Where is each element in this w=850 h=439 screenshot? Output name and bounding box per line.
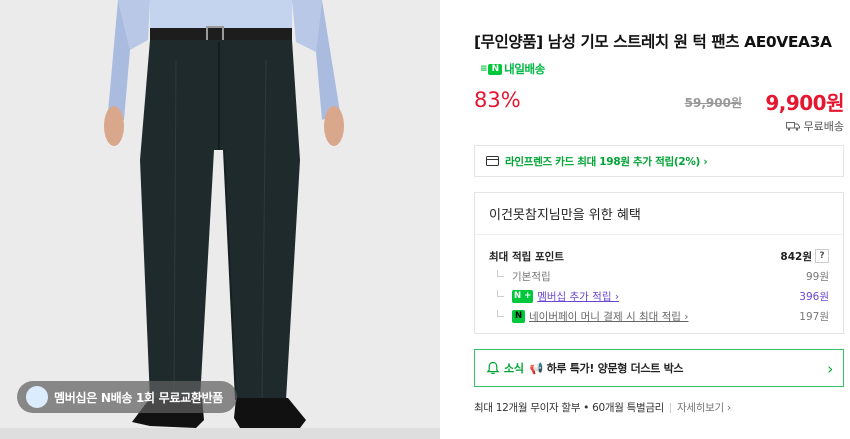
- model-pants-illustration: [0, 0, 440, 439]
- npay-points-row: N 네이버페이 머니 결제 시 최대 적립 › 197원: [489, 306, 829, 326]
- delivery-badge-label: 내일배송: [504, 62, 545, 76]
- original-price: 59,900원: [684, 96, 742, 110]
- tree-branch-icon: [497, 309, 504, 317]
- shipping-text: 무료배송: [803, 120, 844, 133]
- news-text: 📢 하루 특가! 양문형 더스트 박스: [529, 362, 684, 375]
- product-image[interactable]: 멤버십은 N배송 1회 무료교환반품: [0, 0, 440, 439]
- naver-plus-icon: N +: [512, 289, 534, 303]
- naver-n-icon: N: [488, 64, 503, 75]
- more-details-link[interactable]: 자세히보기 ›: [677, 400, 731, 415]
- card-promo-text: 라인프렌즈 카드 최대 198원 추가 적립(2%) ›: [505, 155, 708, 168]
- truck-icon: [785, 122, 800, 131]
- max-points-row: 최대 적립 포인트 842원 ?: [489, 246, 829, 266]
- benefit-title: 이건못참지님만을 위한 혜택: [475, 193, 843, 235]
- membership-points-link[interactable]: 멤버십 추가 적립 ›: [537, 289, 619, 304]
- benefit-box: 이건못참지님만을 위한 혜택 최대 적립 포인트 842원 ? 기본적립 99원…: [474, 192, 844, 334]
- max-points-label: 최대 적립 포인트: [489, 250, 564, 263]
- product-title-text: [무인양품] 남성 기모 스트레치 원 턱 팬츠 AE0VEA3A: [474, 33, 832, 51]
- installment-text: 최대 12개월 무이자 할부 • 60개월 특별금리: [474, 402, 665, 414]
- card-promo-link[interactable]: 라인프렌즈 카드 최대 198원 추가 적립(2%) ›: [474, 145, 844, 177]
- sale-price: 9,900원: [765, 91, 844, 115]
- membership-points-row: N + 멤버십 추가 적립 › 396원: [489, 286, 829, 306]
- max-points-value: 842원: [780, 250, 812, 263]
- tree-branch-icon: [497, 269, 504, 277]
- npay-points-value: 197원: [799, 310, 829, 323]
- delivery-badge: ≡ N 내일배송: [480, 57, 545, 82]
- news-tag: 소식: [504, 362, 524, 375]
- basic-points-row: 기본적립 99원: [489, 266, 829, 286]
- basic-points-value: 99원: [805, 270, 829, 283]
- installment-info: 최대 12개월 무이자 할부 • 60개월 특별금리 자세히보기 ›: [474, 400, 731, 415]
- naver-pay-icon: N: [512, 309, 525, 323]
- membership-points-value: 396원: [799, 290, 829, 303]
- speed-lines-icon: ≡: [480, 64, 488, 74]
- news-banner[interactable]: 소식 📢 하루 특가! 양문형 더스트 박스 ›: [474, 349, 844, 387]
- bell-icon: [486, 361, 500, 375]
- membership-badge: 멤버십은 N배송 1회 무료교환반품: [17, 381, 238, 413]
- chevron-right-icon: ›: [827, 360, 833, 378]
- basic-points-label: 기본적립: [512, 270, 551, 283]
- membership-badge-text: 멤버십은 N배송 1회 무료교환반품: [54, 390, 224, 405]
- npay-points-link[interactable]: 네이버페이 머니 결제 시 최대 적립 ›: [529, 309, 688, 324]
- divider: [670, 402, 672, 413]
- discount-rate: 83%: [474, 88, 521, 112]
- tree-branch-icon: [497, 289, 504, 297]
- product-title: [무인양품] 남성 기모 스트레치 원 턱 팬츠 AE0VEA3A ≡ N 내일…: [474, 30, 839, 82]
- product-info-panel: [무인양품] 남성 기모 스트레치 원 턱 팬츠 AE0VEA3A ≡ N 내일…: [474, 0, 844, 439]
- help-icon[interactable]: ?: [815, 249, 829, 263]
- shipping-info: 무료배송: [785, 118, 844, 134]
- credit-card-icon: [486, 156, 499, 166]
- membership-icon: [26, 386, 48, 408]
